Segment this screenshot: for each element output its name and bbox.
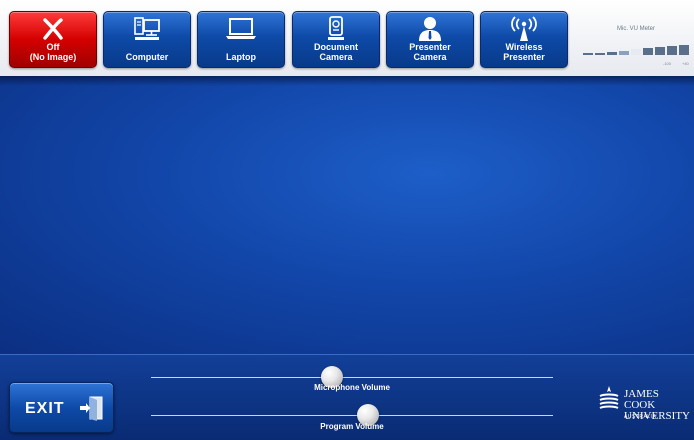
vu-segment — [631, 49, 641, 55]
microphone-volume-label: Microphone Volume — [314, 383, 390, 392]
program-volume-label: Program Volume — [320, 422, 384, 431]
laptop-icon — [198, 16, 284, 42]
source-button-label: Off (No Image) — [29, 42, 77, 62]
vu-segment — [679, 45, 689, 55]
microphone-volume-track[interactable] — [151, 377, 553, 378]
source-button-label: Computer — [125, 52, 169, 62]
program-volume-track[interactable] — [151, 415, 553, 416]
vu-meter-title: Mic. VU Meter — [616, 26, 655, 32]
source-button-computer[interactable]: Computer — [103, 11, 191, 68]
display-preview-area — [0, 76, 694, 354]
wireless-antenna-icon — [481, 16, 567, 42]
vu-tick-label: -100 — [663, 61, 672, 66]
presenter-icon — [387, 16, 473, 42]
source-button-presenter-camera[interactable]: Presenter Camera — [386, 11, 474, 68]
vu-segment — [595, 53, 605, 55]
exit-button[interactable]: EXIT — [9, 382, 114, 433]
source-selection-bar: Off (No Image) Computer Laptop Document … — [0, 0, 694, 76]
source-button-off[interactable]: Off (No Image) — [9, 11, 97, 68]
source-button-wireless-presenter[interactable]: Wireless Presenter — [480, 11, 568, 68]
stage-shadow — [0, 76, 694, 86]
university-name-line1: JAMES COOK — [624, 388, 659, 411]
source-button-label: Laptop — [226, 52, 256, 62]
document-camera-icon — [293, 16, 379, 42]
university-logo: JAMES COOK UNIVERSITY AUSTRALIA — [596, 381, 692, 423]
vu-segment — [655, 47, 665, 55]
mic-vu-meter: Mic. VU Meter -100 +40 — [581, 14, 691, 66]
university-country: AUSTRALIA — [624, 414, 657, 420]
vu-segment — [607, 52, 617, 55]
desktop-computer-icon — [104, 16, 190, 42]
vu-segment — [667, 46, 677, 55]
vu-segment — [583, 53, 593, 55]
exit-door-icon — [78, 394, 106, 427]
source-button-label: Document Camera — [313, 42, 358, 62]
vu-segment — [619, 51, 629, 55]
university-crest-icon — [598, 384, 620, 419]
x-off-icon — [10, 16, 96, 42]
vu-tick-label: +40 — [682, 61, 689, 66]
exit-button-label: EXIT — [25, 400, 65, 417]
vu-segment — [643, 48, 653, 55]
source-button-laptop[interactable]: Laptop — [197, 11, 285, 68]
source-button-label: Presenter Camera — [409, 42, 451, 62]
source-button-document-camera[interactable]: Document Camera — [292, 11, 380, 68]
source-button-label: Wireless Presenter — [503, 42, 545, 62]
